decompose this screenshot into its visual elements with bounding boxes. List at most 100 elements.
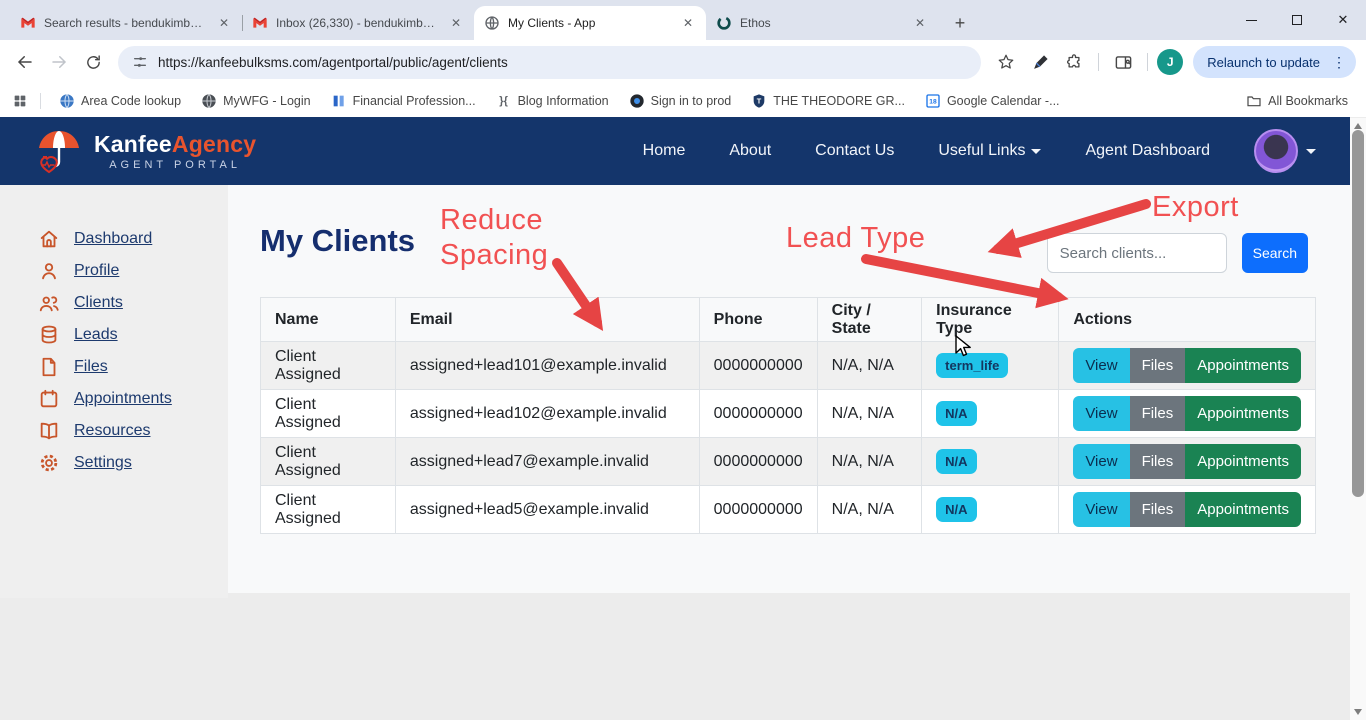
bookmark-google-calendar[interactable]: 18 Google Calendar -... <box>919 89 1066 113</box>
files-button[interactable]: Files <box>1130 348 1186 383</box>
sidebar: Dashboard Profile Clients Leads Files Ap… <box>0 185 228 598</box>
database-icon <box>38 324 60 346</box>
sidebar-link[interactable]: Resources <box>74 422 150 440</box>
sidebar-link[interactable]: Leads <box>74 326 118 344</box>
site-nav-links: Home About Contact Us Useful Links Agent… <box>643 142 1210 160</box>
column-header-actions: Actions <box>1059 298 1316 342</box>
scrollbar-thumb[interactable] <box>1352 130 1364 497</box>
bookmark-theodore-group[interactable]: T THE THEODORE GR... <box>745 89 911 113</box>
browser-toolbar: https://kanfeebulksms.com/agentportal/pu… <box>0 40 1366 84</box>
view-button[interactable]: View <box>1073 396 1129 431</box>
nav-link-useful-links[interactable]: Useful Links <box>938 142 1041 160</box>
pen-tool-button[interactable] <box>1025 47 1055 77</box>
nav-link-contact-us[interactable]: Contact Us <box>815 142 894 160</box>
browser-menu-icon[interactable]: ⋮ <box>1328 55 1350 69</box>
reload-button[interactable] <box>78 47 108 77</box>
sidebar-item-leads[interactable]: Leads <box>38 319 228 351</box>
browser-tab-ethos[interactable]: Ethos ✕ <box>706 6 938 40</box>
new-tab-button[interactable]: + <box>946 9 974 37</box>
sidebar-link[interactable]: Settings <box>74 454 132 472</box>
column-header-email: Email <box>395 298 699 342</box>
vertical-scrollbar[interactable] <box>1350 118 1366 720</box>
files-button[interactable]: Files <box>1130 396 1186 431</box>
tab-title: Ethos <box>740 16 904 30</box>
brand-subtitle: AGENT PORTAL <box>94 159 256 171</box>
globe-icon <box>201 93 217 109</box>
search-sidepanel-button[interactable] <box>1108 47 1138 77</box>
umbrella-heart-logo-icon <box>34 125 84 177</box>
sidebar-link[interactable]: Files <box>74 358 108 376</box>
sidebar-item-dashboard[interactable]: Dashboard <box>38 223 228 255</box>
browser-tab-my-clients[interactable]: My Clients - App ✕ <box>474 6 706 40</box>
bookmark-blog-information[interactable]: }{ Blog Information <box>490 89 615 113</box>
sidebar-link[interactable]: Profile <box>74 262 119 280</box>
column-header-insurance-type: Insurance Type <box>922 298 1059 342</box>
window-close-button[interactable]: ✕ <box>1320 0 1366 40</box>
sidebar-item-profile[interactable]: Profile <box>38 255 228 287</box>
browser-profile-avatar[interactable]: J <box>1157 49 1183 75</box>
bookmark-mywfg-login[interactable]: MyWFG - Login <box>195 89 317 113</box>
sidebar-link[interactable]: Appointments <box>74 390 172 408</box>
browser-tab-gmail-inbox[interactable]: Inbox (26,330) - bendukimber@ ✕ <box>242 6 474 40</box>
window-minimize-button[interactable] <box>1228 0 1274 40</box>
browser-tab-gmail-search[interactable]: Search results - bendukimber@ ✕ <box>10 6 242 40</box>
sidebar-item-files[interactable]: Files <box>38 351 228 383</box>
extensions-button[interactable] <box>1059 47 1089 77</box>
appointments-button[interactable]: Appointments <box>1185 396 1301 431</box>
star-icon <box>997 53 1015 71</box>
address-bar[interactable]: https://kanfeebulksms.com/agentportal/pu… <box>118 46 981 79</box>
brand-logo[interactable]: KanfeeAgency AGENT PORTAL <box>34 125 256 177</box>
sidebar-item-appointments[interactable]: Appointments <box>38 383 228 415</box>
page-body: Dashboard Profile Clients Leads Files Ap… <box>0 185 1350 720</box>
bookmark-sign-in-to-prod[interactable]: Sign in to prod <box>623 89 738 113</box>
chevron-down-icon <box>1306 149 1316 154</box>
bookmark-star-button[interactable] <box>991 47 1021 77</box>
brand-name: KanfeeAgency <box>94 131 256 158</box>
nav-link-about[interactable]: About <box>729 142 771 160</box>
view-button[interactable]: View <box>1073 348 1129 383</box>
all-bookmarks-button[interactable]: All Bookmarks <box>1240 89 1354 113</box>
annotation-lead-type: Lead Type <box>786 221 925 256</box>
relaunch-to-update-button[interactable]: Relaunch to update ⋮ <box>1193 46 1356 78</box>
user-menu[interactable] <box>1254 129 1316 173</box>
scrollbar-up-arrow-icon[interactable] <box>1354 123 1362 129</box>
sidebar-item-settings[interactable]: Settings <box>38 447 228 479</box>
tab-title: My Clients - App <box>508 16 672 30</box>
calendar-icon <box>38 388 60 410</box>
file-icon <box>38 356 60 378</box>
book-icon <box>38 420 60 442</box>
view-button[interactable]: View <box>1073 444 1129 479</box>
view-button[interactable]: View <box>1073 492 1129 527</box>
sidebar-item-resources[interactable]: Resources <box>38 415 228 447</box>
nav-link-agent-dashboard[interactable]: Agent Dashboard <box>1085 142 1210 160</box>
sidebar-link[interactable]: Clients <box>74 294 123 312</box>
files-button[interactable]: Files <box>1130 492 1186 527</box>
tab-close-icon[interactable]: ✕ <box>448 15 464 31</box>
gmail-icon <box>252 15 268 31</box>
nav-link-home[interactable]: Home <box>643 142 686 160</box>
tab-close-icon[interactable]: ✕ <box>680 15 696 31</box>
back-button[interactable] <box>10 47 40 77</box>
search-button[interactable]: Search <box>1242 233 1308 273</box>
pen-icon <box>1032 54 1049 71</box>
sidebar-item-clients[interactable]: Clients <box>38 287 228 319</box>
bookmark-financial-professionals[interactable]: Financial Profession... <box>325 89 482 113</box>
cell-email: assigned+lead5@example.invalid <box>395 486 699 534</box>
search-input[interactable] <box>1047 233 1227 273</box>
appointments-button[interactable]: Appointments <box>1185 348 1301 383</box>
files-button[interactable]: Files <box>1130 444 1186 479</box>
apps-grid-icon[interactable] <box>12 93 28 109</box>
tab-close-icon[interactable]: ✕ <box>216 15 232 31</box>
cell-city-state: N/A, N/A <box>817 342 922 390</box>
appointments-button[interactable]: Appointments <box>1185 444 1301 479</box>
user-avatar[interactable] <box>1254 129 1298 173</box>
appointments-button[interactable]: Appointments <box>1185 492 1301 527</box>
window-maximize-button[interactable] <box>1274 0 1320 40</box>
sidebar-link[interactable]: Dashboard <box>74 230 152 248</box>
forward-button[interactable] <box>44 47 74 77</box>
row-actions: ViewFilesAppointments <box>1073 396 1301 431</box>
scrollbar-down-arrow-icon[interactable] <box>1354 709 1362 715</box>
person-icon <box>38 260 60 282</box>
bookmark-area-code-lookup[interactable]: Area Code lookup <box>53 89 187 113</box>
tab-close-icon[interactable]: ✕ <box>912 15 928 31</box>
